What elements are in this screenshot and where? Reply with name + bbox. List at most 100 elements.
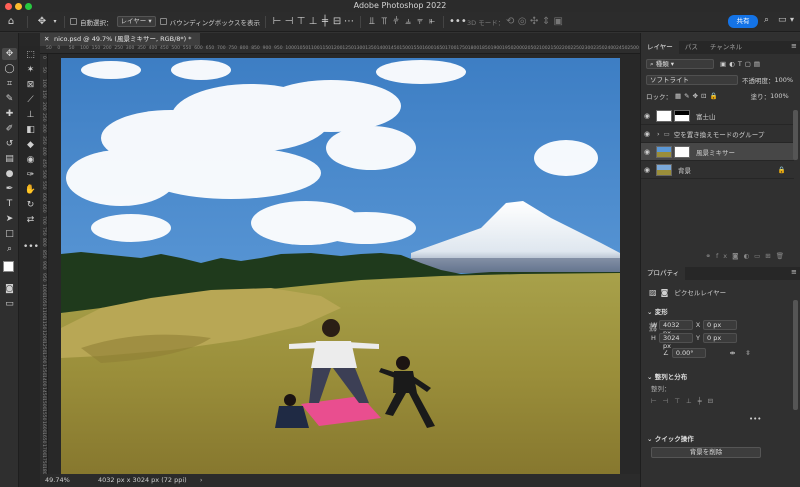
3d-slide-icon[interactable]: ⇕ [540, 16, 552, 27]
align-section-title[interactable]: ⌄ 整列と分布 [647, 371, 687, 381]
show-bbox-checkbox[interactable] [159, 18, 167, 25]
layer-name[interactable]: 富士山 [696, 111, 716, 121]
align-middle-v-icon[interactable]: ╪ [319, 16, 331, 27]
chevron-down-icon[interactable]: ▾ [51, 18, 59, 25]
more-align-options[interactable]: ••• [749, 415, 761, 423]
close-tab-icon[interactable]: ✕ [44, 33, 49, 46]
sponge-tool-icon[interactable]: ◉ [23, 154, 38, 166]
layer-mask-thumbnail[interactable] [674, 109, 690, 122]
eye-icon[interactable]: ◉ [641, 112, 653, 120]
link-dimensions-icon[interactable]: ⛓ [648, 323, 658, 332]
layer-mask-thumbnail[interactable] [674, 145, 690, 158]
flip-vertical-icon[interactable]: ⇳ [745, 349, 750, 357]
add-mask-icon[interactable]: ◙ [732, 252, 743, 260]
align-left-icon[interactable]: ⊢ [651, 397, 663, 405]
magic-wand-icon[interactable]: ✶ [23, 64, 38, 76]
pen-tool-icon[interactable]: ✒ [2, 183, 17, 195]
gradient-tool-icon[interactable]: ▤ [2, 153, 17, 165]
eraser-tool-icon[interactable]: ◧ [23, 124, 38, 136]
chevron-right-icon[interactable]: › [657, 130, 660, 138]
layer-row[interactable]: ◉ › ▭ 空を置き換えモードのグループ [641, 125, 794, 143]
artboard-tool-icon[interactable]: ⬚ [23, 49, 38, 61]
ruler-tool-icon[interactable]: ⟋ [23, 94, 38, 106]
quick-actions-title[interactable]: ⌄ クイック操作 [647, 433, 694, 443]
x-field[interactable]: 0 px [703, 320, 737, 330]
edit-toolbar-icon[interactable]: ••• [23, 241, 39, 253]
path-selection-icon[interactable]: ➤ [2, 213, 17, 225]
workspace-icon[interactable]: ▭ [778, 15, 787, 25]
layer-name[interactable]: 空を置き換えモードのグループ [674, 129, 765, 139]
3d-scale-icon[interactable]: ▣ [552, 16, 564, 27]
align-center-h-icon[interactable]: ⊣ [283, 16, 295, 27]
swap-colors-icon[interactable]: ⇄ [23, 214, 38, 226]
align-left-icon[interactable]: ⊢ [271, 16, 283, 27]
zoom-tool-icon[interactable]: ⌕ [2, 243, 17, 255]
flip-horizontal-icon[interactable]: ⇹ [730, 349, 735, 357]
home-icon[interactable]: ⌂ [0, 16, 22, 27]
zoom-level[interactable]: 49.74% [45, 474, 70, 487]
3d-drag-icon[interactable]: ✣ [528, 16, 540, 27]
properties-scrollbar[interactable] [793, 300, 798, 410]
auto-select-dropdown[interactable]: レイヤー ▾ [116, 16, 156, 27]
align-right-icon[interactable]: ⊤ [674, 397, 686, 405]
lasso-tool-icon[interactable]: ◯ [2, 63, 17, 75]
rectangle-tool-icon[interactable]: □ [2, 228, 17, 240]
align-center-h-icon[interactable]: ⊣ [663, 397, 675, 405]
eyedropper-tool-icon[interactable]: ✎ [2, 93, 17, 105]
layers-scrollbar[interactable] [793, 110, 798, 160]
height-field[interactable]: 3024 px [659, 333, 693, 350]
tab-layers[interactable]: レイヤー [641, 41, 679, 54]
panel-menu-icon[interactable]: ≡ [791, 42, 797, 50]
type-tool-icon[interactable]: T [2, 198, 17, 210]
link-layers-icon[interactable]: ⚭ [706, 252, 716, 260]
delete-layer-icon[interactable]: 🗑 [776, 252, 789, 260]
vertical-ruler[interactable]: 0 50 100 150 200 250 300 350 400 450 500 550 600 650 7… [40, 54, 48, 478]
document-canvas-image[interactable] [61, 58, 620, 477]
eye-icon[interactable]: ◉ [641, 166, 653, 174]
blur-tool-icon[interactable]: ◆ [23, 139, 38, 151]
transform-section-title[interactable]: ⌄ 変形 [647, 306, 668, 316]
distribute-center-icon[interactable]: ⫧ [414, 16, 426, 27]
fx-icon[interactable]: fx [716, 252, 732, 260]
share-button[interactable]: 共有 [728, 15, 758, 28]
remove-background-button[interactable]: 背景を削除 [651, 447, 761, 458]
hand-tool-icon[interactable]: ✋ [23, 184, 38, 196]
align-top-icon[interactable]: ⊥ [686, 397, 698, 405]
chevron-right-icon[interactable]: › [200, 474, 202, 487]
tab-properties[interactable]: プロパティ [641, 267, 686, 280]
history-brush-icon[interactable]: ↺ [2, 138, 17, 150]
distribute-left-icon[interactable]: ⫨ [402, 16, 414, 27]
align-bottom-icon[interactable]: ⊟ [331, 16, 343, 27]
lock-icons[interactable]: ▦✎✥⊡🔒 [675, 92, 721, 100]
blend-mode-dropdown[interactable]: ソフトライト [646, 75, 738, 85]
distribute-bottom-icon[interactable]: ⫩ [390, 16, 402, 27]
distribute-right-icon[interactable]: ⫦ [426, 16, 438, 27]
move-tool-icon[interactable]: ✥ [2, 48, 17, 60]
opacity-value[interactable]: 100% [775, 76, 794, 84]
layer-row[interactable]: ◉ 富士山 [641, 107, 794, 125]
3d-roll-icon[interactable]: ◎ [516, 16, 528, 27]
panel-menu-icon[interactable]: ≡ [791, 268, 797, 276]
screen-mode-icon[interactable]: ▭ [2, 298, 17, 310]
align-right-icon[interactable]: ⊤ [295, 16, 307, 27]
move-tool-icon[interactable]: ✥ [33, 16, 51, 27]
adjustment-layer-icon[interactable]: ◐ [743, 252, 754, 260]
auto-select-checkbox[interactable] [70, 18, 77, 25]
align-top-icon[interactable]: ⊥ [307, 16, 319, 27]
tab-paths[interactable]: パス [679, 41, 704, 54]
eye-icon[interactable]: ◉ [641, 148, 653, 156]
distribute-icon[interactable]: ⋯ [343, 16, 355, 27]
search-icon[interactable]: ⌕ [764, 15, 769, 25]
filter-type-icons[interactable]: ▣◐T▢▤ [720, 60, 763, 68]
tab-channels[interactable]: チャンネル [704, 41, 748, 54]
3d-rotate-icon[interactable]: ⟲ [504, 16, 516, 27]
align-bottom-icon[interactable]: ⊟ [708, 397, 719, 405]
freeform-pen-icon[interactable]: ✑ [23, 169, 38, 181]
new-group-icon[interactable]: ▭ [754, 252, 765, 260]
fill-value[interactable]: 100% [770, 92, 789, 100]
crop-tool-icon[interactable]: ⌗ [2, 78, 17, 90]
quick-mask-icon[interactable]: ◙ [2, 283, 17, 295]
y-field[interactable]: 0 px [703, 333, 737, 343]
width-field[interactable]: 4032 px [659, 320, 693, 337]
more-options-icon[interactable]: ••• [449, 16, 467, 27]
